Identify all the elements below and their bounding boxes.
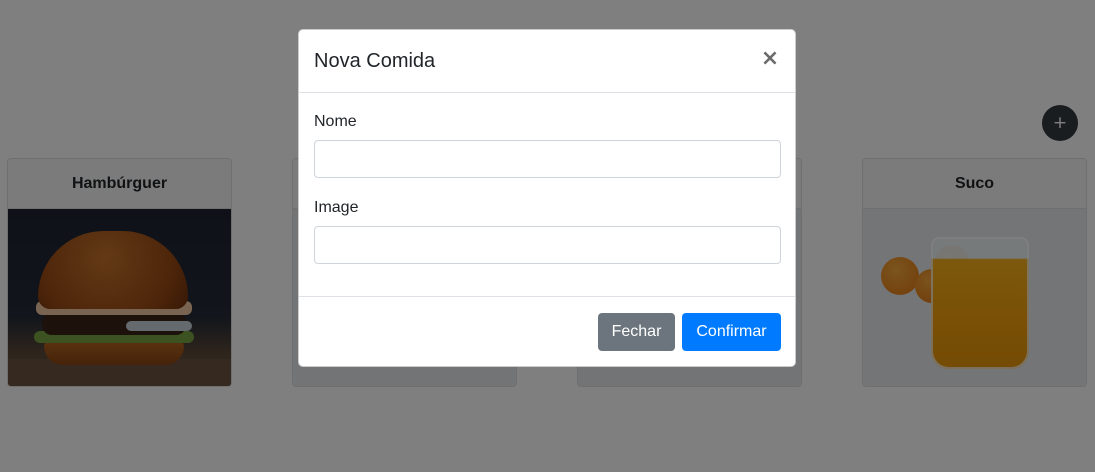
close-button[interactable]: Fechar bbox=[598, 313, 675, 351]
modal-title: Nova Comida bbox=[314, 50, 436, 72]
modal-footer: Fechar Confirmar bbox=[299, 297, 795, 367]
name-input[interactable] bbox=[314, 140, 781, 178]
confirm-button[interactable]: Confirmar bbox=[682, 313, 781, 351]
modal-header: Nova Comida × bbox=[299, 30, 795, 93]
new-food-modal: Nova Comida × Nome Image Fechar Confirma… bbox=[298, 29, 796, 367]
image-label: Image bbox=[314, 199, 359, 216]
image-input[interactable] bbox=[314, 226, 781, 264]
modal-body: Nome Image bbox=[299, 93, 795, 297]
close-icon[interactable]: × bbox=[759, 46, 781, 72]
name-label: Nome bbox=[314, 113, 357, 130]
